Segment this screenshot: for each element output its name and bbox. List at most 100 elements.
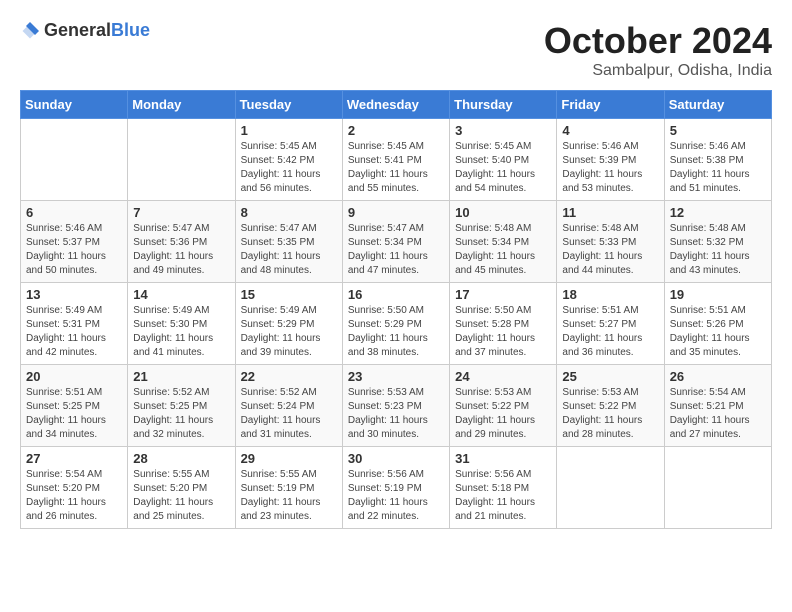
day-info: Sunrise: 5:50 AM Sunset: 5:29 PM Dayligh… xyxy=(348,304,444,360)
day-info: Sunrise: 5:54 AM Sunset: 5:21 PM Dayligh… xyxy=(670,386,766,442)
calendar-cell: 8 Sunrise: 5:47 AM Sunset: 5:35 PM Daylig… xyxy=(235,201,342,283)
day-number: 15 xyxy=(241,287,337,302)
calendar-cell: 24Sunrise: 5:53 AM Sunset: 5:22 PM Dayli… xyxy=(450,365,557,447)
day-info: Sunrise: 5:46 AM Sunset: 5:38 PM Dayligh… xyxy=(670,140,766,196)
calendar-cell: 1 Sunrise: 5:45 AM Sunset: 5:42 PM Daylig… xyxy=(235,119,342,201)
logo-general-text: General xyxy=(44,20,111,40)
calendar-cell: 16 Sunrise: 5:50 AM Sunset: 5:29 PM Dayli… xyxy=(342,283,449,365)
day-info: Sunrise: 5:48 AM Sunset: 5:34 PM Dayligh… xyxy=(455,222,551,278)
day-info: Sunrise: 5:53 AM Sunset: 5:22 PM Dayligh… xyxy=(562,386,658,442)
week-row-3: 13 Sunrise: 5:49 AM Sunset: 5:31 PM Dayli… xyxy=(21,283,772,365)
weekday-wednesday: Wednesday xyxy=(342,91,449,119)
day-info: Sunrise: 5:47 AM Sunset: 5:35 PM Dayligh… xyxy=(241,222,337,278)
day-number: 27 xyxy=(26,451,122,466)
day-number: 25 xyxy=(562,369,658,384)
calendar-cell: 20 Sunrise: 5:51 AM Sunset: 5:25 PM Dayli… xyxy=(21,365,128,447)
calendar-cell: 5 Sunrise: 5:46 AM Sunset: 5:38 PM Daylig… xyxy=(664,119,771,201)
calendar-cell: 15 Sunrise: 5:49 AM Sunset: 5:29 PM Dayli… xyxy=(235,283,342,365)
day-info: Sunrise: 5:48 AM Sunset: 5:32 PM Dayligh… xyxy=(670,222,766,278)
day-info: Sunrise: 5:50 AM Sunset: 5:28 PM Dayligh… xyxy=(455,304,551,360)
day-info: Sunrise: 5:46 AM Sunset: 5:37 PM Dayligh… xyxy=(26,222,122,278)
calendar-cell: 23Sunrise: 5:53 AM Sunset: 5:23 PM Dayli… xyxy=(342,365,449,447)
day-number: 7 xyxy=(133,205,229,220)
day-number: 16 xyxy=(348,287,444,302)
calendar-cell xyxy=(557,447,664,529)
day-number: 26 xyxy=(670,369,766,384)
weekday-monday: Monday xyxy=(128,91,235,119)
day-number: 24 xyxy=(455,369,551,384)
day-number: 6 xyxy=(26,205,122,220)
calendar-cell: 25 Sunrise: 5:53 AM Sunset: 5:22 PM Dayli… xyxy=(557,365,664,447)
calendar-cell: 3 Sunrise: 5:45 AM Sunset: 5:40 PM Daylig… xyxy=(450,119,557,201)
calendar-cell: 21Sunrise: 5:52 AM Sunset: 5:25 PM Dayli… xyxy=(128,365,235,447)
day-info: Sunrise: 5:46 AM Sunset: 5:39 PM Dayligh… xyxy=(562,140,658,196)
day-info: Sunrise: 5:49 AM Sunset: 5:30 PM Dayligh… xyxy=(133,304,229,360)
calendar-cell: 29 Sunrise: 5:55 AM Sunset: 5:19 PM Dayli… xyxy=(235,447,342,529)
day-number: 30 xyxy=(348,451,444,466)
calendar-cell: 28 Sunrise: 5:55 AM Sunset: 5:20 PM Dayli… xyxy=(128,447,235,529)
day-info: Sunrise: 5:56 AM Sunset: 5:19 PM Dayligh… xyxy=(348,468,444,524)
calendar-cell: 10 Sunrise: 5:48 AM Sunset: 5:34 PM Dayli… xyxy=(450,201,557,283)
day-info: Sunrise: 5:56 AM Sunset: 5:18 PM Dayligh… xyxy=(455,468,551,524)
day-info: Sunrise: 5:45 AM Sunset: 5:40 PM Dayligh… xyxy=(455,140,551,196)
calendar-cell xyxy=(21,119,128,201)
day-info: Sunrise: 5:45 AM Sunset: 5:41 PM Dayligh… xyxy=(348,140,444,196)
day-number: 12 xyxy=(670,205,766,220)
week-row-1: 1 Sunrise: 5:45 AM Sunset: 5:42 PM Daylig… xyxy=(21,119,772,201)
week-row-2: 6 Sunrise: 5:46 AM Sunset: 5:37 PM Daylig… xyxy=(21,201,772,283)
day-info: Sunrise: 5:51 AM Sunset: 5:26 PM Dayligh… xyxy=(670,304,766,360)
day-number: 5 xyxy=(670,123,766,138)
title-area: October 2024 Sambalpur, Odisha, India xyxy=(544,20,772,80)
day-info: Sunrise: 5:47 AM Sunset: 5:36 PM Dayligh… xyxy=(133,222,229,278)
day-info: Sunrise: 5:55 AM Sunset: 5:20 PM Dayligh… xyxy=(133,468,229,524)
calendar-cell: 14 Sunrise: 5:49 AM Sunset: 5:30 PM Dayli… xyxy=(128,283,235,365)
day-number: 2 xyxy=(348,123,444,138)
day-info: Sunrise: 5:45 AM Sunset: 5:42 PM Dayligh… xyxy=(241,140,337,196)
weekday-header-row: SundayMondayTuesdayWednesdayThursdayFrid… xyxy=(21,91,772,119)
day-number: 17 xyxy=(455,287,551,302)
day-number: 20 xyxy=(26,369,122,384)
calendar-cell: 22Sunrise: 5:52 AM Sunset: 5:24 PM Dayli… xyxy=(235,365,342,447)
day-number: 11 xyxy=(562,205,658,220)
day-number: 19 xyxy=(670,287,766,302)
calendar-cell: 2 Sunrise: 5:45 AM Sunset: 5:41 PM Daylig… xyxy=(342,119,449,201)
page-header: GeneralBlue October 2024 Sambalpur, Odis… xyxy=(20,20,772,80)
calendar-cell: 31Sunrise: 5:56 AM Sunset: 5:18 PM Dayli… xyxy=(450,447,557,529)
day-number: 3 xyxy=(455,123,551,138)
calendar-cell: 13 Sunrise: 5:49 AM Sunset: 5:31 PM Dayli… xyxy=(21,283,128,365)
logo-blue-text: Blue xyxy=(111,20,150,40)
weekday-sunday: Sunday xyxy=(21,91,128,119)
day-info: Sunrise: 5:54 AM Sunset: 5:20 PM Dayligh… xyxy=(26,468,122,524)
calendar-cell: 11 Sunrise: 5:48 AM Sunset: 5:33 PM Dayli… xyxy=(557,201,664,283)
day-number: 9 xyxy=(348,205,444,220)
calendar-cell: 9 Sunrise: 5:47 AM Sunset: 5:34 PM Daylig… xyxy=(342,201,449,283)
calendar-cell: 17 Sunrise: 5:50 AM Sunset: 5:28 PM Dayli… xyxy=(450,283,557,365)
day-info: Sunrise: 5:48 AM Sunset: 5:33 PM Dayligh… xyxy=(562,222,658,278)
day-info: Sunrise: 5:52 AM Sunset: 5:25 PM Dayligh… xyxy=(133,386,229,442)
day-info: Sunrise: 5:47 AM Sunset: 5:34 PM Dayligh… xyxy=(348,222,444,278)
calendar-cell: 12 Sunrise: 5:48 AM Sunset: 5:32 PM Dayli… xyxy=(664,201,771,283)
day-info: Sunrise: 5:55 AM Sunset: 5:19 PM Dayligh… xyxy=(241,468,337,524)
calendar-cell: 6 Sunrise: 5:46 AM Sunset: 5:37 PM Daylig… xyxy=(21,201,128,283)
day-info: Sunrise: 5:49 AM Sunset: 5:31 PM Dayligh… xyxy=(26,304,122,360)
day-number: 29 xyxy=(241,451,337,466)
day-info: Sunrise: 5:52 AM Sunset: 5:24 PM Dayligh… xyxy=(241,386,337,442)
calendar-cell: 30 Sunrise: 5:56 AM Sunset: 5:19 PM Dayli… xyxy=(342,447,449,529)
weekday-saturday: Saturday xyxy=(664,91,771,119)
month-title: October 2024 xyxy=(544,20,772,62)
day-number: 10 xyxy=(455,205,551,220)
day-info: Sunrise: 5:49 AM Sunset: 5:29 PM Dayligh… xyxy=(241,304,337,360)
weekday-friday: Friday xyxy=(557,91,664,119)
calendar-cell xyxy=(664,447,771,529)
day-number: 28 xyxy=(133,451,229,466)
logo-icon xyxy=(20,21,40,41)
day-info: Sunrise: 5:51 AM Sunset: 5:25 PM Dayligh… xyxy=(26,386,122,442)
day-number: 1 xyxy=(241,123,337,138)
day-number: 14 xyxy=(133,287,229,302)
weekday-tuesday: Tuesday xyxy=(235,91,342,119)
calendar-cell: 4 Sunrise: 5:46 AM Sunset: 5:39 PM Daylig… xyxy=(557,119,664,201)
day-number: 13 xyxy=(26,287,122,302)
day-number: 8 xyxy=(241,205,337,220)
calendar-body: 1 Sunrise: 5:45 AM Sunset: 5:42 PM Daylig… xyxy=(21,119,772,529)
day-number: 4 xyxy=(562,123,658,138)
